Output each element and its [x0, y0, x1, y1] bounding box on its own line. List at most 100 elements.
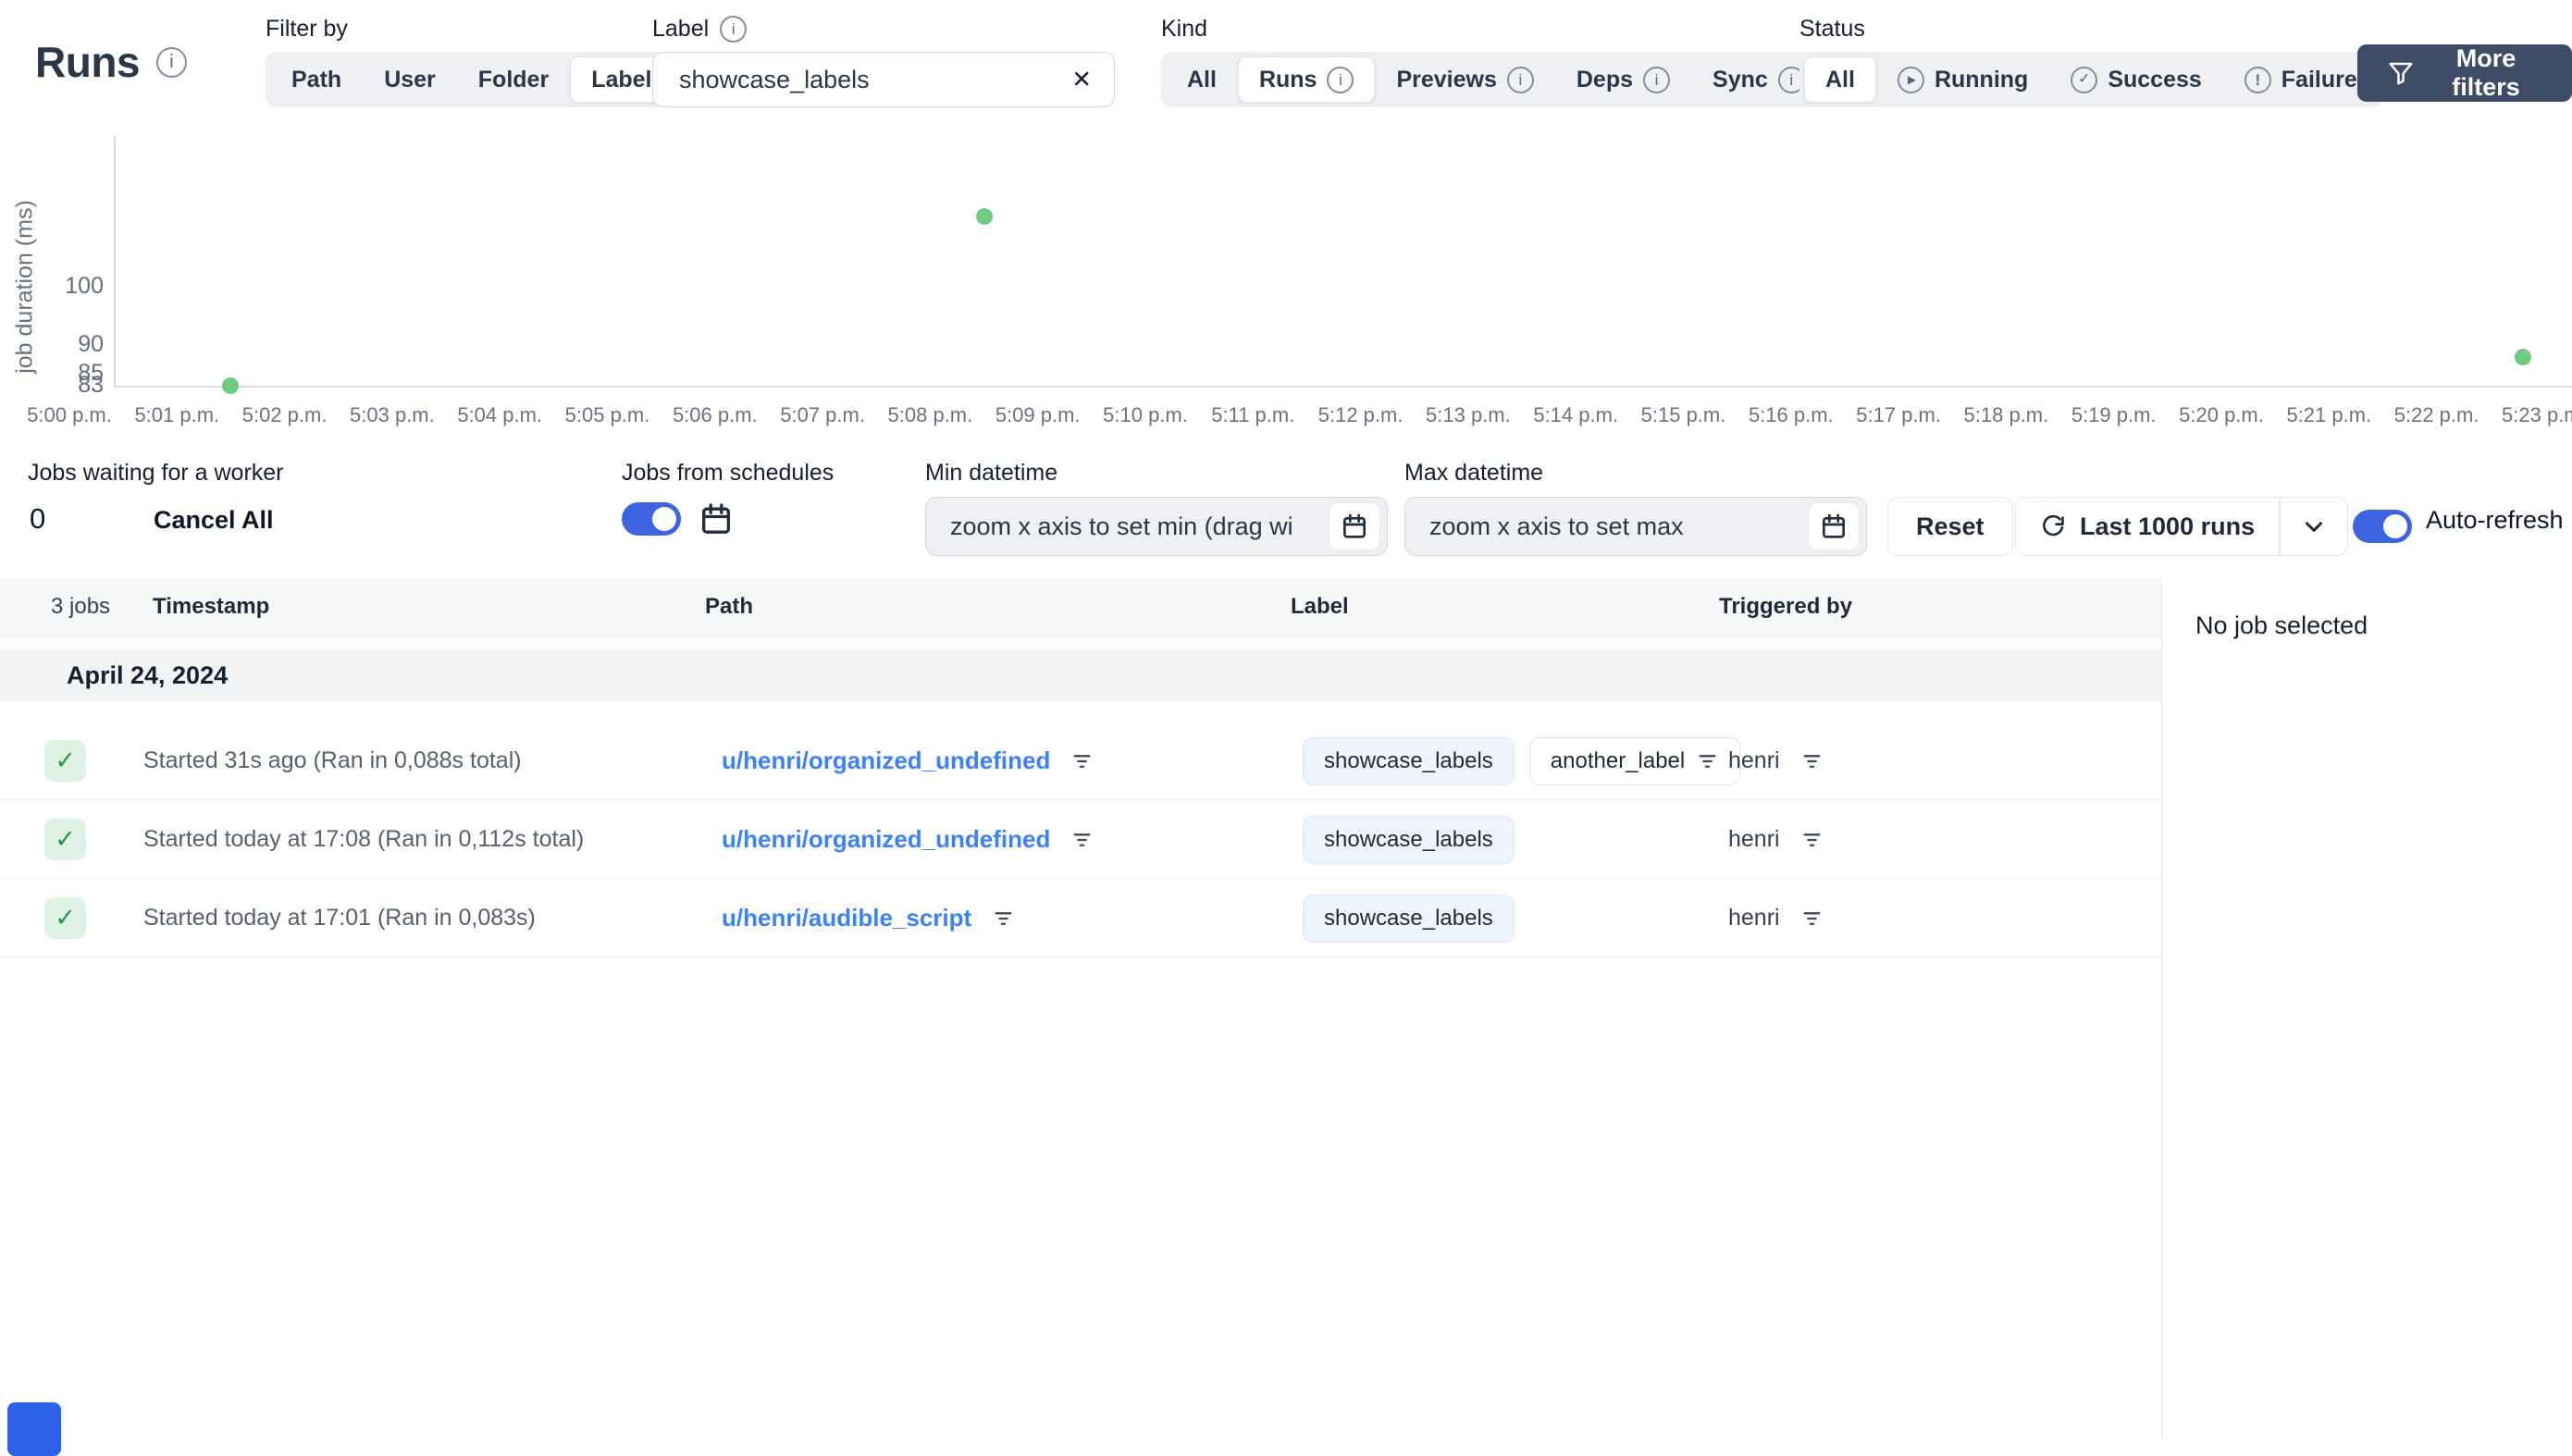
job-path-cell: u/henri/organized_undefined [722, 800, 1094, 879]
job-label-badge[interactable]: showcase_labels [1303, 815, 1515, 864]
filter-by-option-label: Label [591, 66, 652, 93]
schedules-calendar-icon[interactable] [698, 500, 735, 537]
status-option-all[interactable]: All [1804, 56, 1876, 103]
min-datetime-calendar-icon[interactable] [1329, 502, 1380, 550]
scatter-point[interactable] [222, 377, 240, 394]
column-header-path: Path [705, 594, 754, 619]
status-label: Status [1799, 15, 1865, 42]
check-icon: ✓ [55, 825, 76, 853]
y-axis-tick: 100 [65, 272, 104, 299]
info-icon[interactable]: i [1506, 66, 1534, 93]
kind-option-deps[interactable]: Deps i [1555, 56, 1691, 103]
kind-option-runs[interactable]: Runs i [1237, 56, 1376, 103]
success-status-badge: ✓ [44, 740, 86, 782]
triggered-by-cell: henri [1728, 800, 1824, 879]
job-label-text: showcase_labels [1324, 747, 1493, 773]
chat-widget-button[interactable] [7, 1402, 61, 1456]
filter-by-path-icon[interactable] [1070, 828, 1094, 851]
filter-by-user-icon[interactable] [1800, 828, 1824, 851]
filter-by-option-label: Folder [477, 66, 550, 93]
kind-option-label: All [1187, 66, 1217, 93]
status-option-label: Running [1934, 66, 2029, 93]
max-datetime-placeholder: zoom x axis to set max [1429, 512, 1684, 540]
play-icon: ▶ [1897, 66, 1924, 93]
auto-refresh-toggle[interactable] [2353, 510, 2412, 543]
table-row[interactable]: ✓ Started today at 17:01 (Ran in 0,083s) u… [0, 879, 2161, 957]
max-datetime-calendar-icon[interactable] [1808, 502, 1860, 550]
x-axis-tick: 5:22 p.m. [2393, 403, 2479, 426]
table-row[interactable]: ✓ Started 31s ago (Ran in 0,088s total) u/… [0, 722, 2161, 800]
no-job-selected-text: No job selected [2195, 611, 2368, 639]
runs-limit-button[interactable]: Last 1000 runs [2016, 498, 2279, 555]
job-path-link[interactable]: u/henri/audible_script [722, 904, 971, 932]
runs-table: 3 jobs Timestamp Path Label Triggered by… [0, 578, 2161, 1439]
kind-option-label: Deps [1576, 66, 1634, 93]
jobs-waiting-count: 0 [30, 502, 46, 535]
more-filters-label: More filters [2452, 44, 2520, 101]
status-option-failure[interactable]: ! Failure [2223, 56, 2379, 103]
min-datetime-input[interactable]: zoom x axis to set min (drag wi [925, 497, 1388, 556]
triggered-by-user: henri [1728, 826, 1780, 852]
x-axis-tick: 5:15 p.m. [1640, 403, 1726, 426]
min-datetime-placeholder: zoom x axis to set min (drag wi [950, 512, 1293, 540]
label-filter-input[interactable]: showcase_labels ✕ [652, 52, 1115, 107]
x-axis-tick: 5:12 p.m. [1317, 403, 1403, 426]
info-icon[interactable]: i [1327, 66, 1354, 93]
filter-by-label-icon[interactable] [1696, 749, 1719, 772]
filter-by-option-user[interactable]: User [363, 56, 457, 103]
job-labels-cell: showcase_labels [1303, 879, 1515, 957]
label-info-icon[interactable]: i [720, 15, 748, 43]
x-axis-tick: 5:09 p.m. [995, 403, 1081, 426]
runs-info-icon[interactable]: i [156, 46, 187, 78]
x-axis-tick: 5:20 p.m. [2179, 403, 2264, 426]
more-filters-button[interactable]: More filters [2357, 44, 2572, 102]
table-row[interactable]: ✓ Started today at 17:08 (Ran in 0,112s t… [0, 800, 2161, 879]
job-label-text: another_label [1550, 747, 1686, 773]
job-path-link[interactable]: u/henri/organized_undefined [722, 825, 1050, 854]
triggered-by-cell: henri [1728, 722, 1824, 800]
table-header-row: 3 jobs Timestamp Path Label Triggered by [0, 578, 2161, 637]
job-path-link[interactable]: u/henri/organized_undefined [722, 747, 1050, 775]
x-axis-tick: 5:02 p.m. [241, 403, 328, 426]
cancel-all-button[interactable]: Cancel All [154, 506, 274, 535]
label-filter-label: Label [652, 15, 710, 42]
scatter-point[interactable] [975, 208, 993, 226]
job-label-badge[interactable]: another_label [1528, 736, 1741, 785]
jobs-count: 3 jobs [51, 594, 111, 619]
reset-button[interactable]: Reset [1887, 497, 2013, 556]
filter-by-path-icon[interactable] [992, 907, 1015, 930]
job-label-badge[interactable]: showcase_labels [1303, 736, 1515, 785]
clear-label-filter-icon[interactable]: ✕ [1071, 66, 1092, 94]
scatter-point[interactable] [2514, 348, 2531, 365]
filter-by-option-folder[interactable]: Folder [457, 56, 570, 103]
runs-limit-label: Last 1000 runs [2080, 512, 2256, 540]
funnel-icon [2387, 59, 2415, 87]
chart-y-axis-line [114, 136, 116, 388]
filter-by-label: Filter by [266, 15, 348, 42]
jobs-from-schedules-toggle[interactable] [622, 502, 681, 536]
job-label-text: showcase_labels [1324, 905, 1493, 931]
filter-by-option-path[interactable]: Path [270, 56, 363, 103]
runs-limit-caret[interactable] [2281, 498, 2347, 555]
filter-by-user-icon[interactable] [1800, 907, 1824, 930]
duration-scatter-chart[interactable]: job duration (ms) 100 90 85 83 5:00 p.m. 5:01… [0, 130, 2572, 449]
label-filter-group: Label i showcase_labels ✕ [652, 13, 1115, 107]
max-datetime-input[interactable]: zoom x axis to set max [1404, 497, 1867, 556]
x-axis-tick: 5:08 p.m. [887, 403, 973, 426]
kind-option-all[interactable]: All [1166, 56, 1238, 103]
info-icon[interactable]: i [1643, 66, 1671, 93]
x-axis-tick: 5:14 p.m. [1533, 403, 1619, 426]
status-option-running[interactable]: ▶ Running [1876, 56, 2049, 103]
filter-by-user-icon[interactable] [1800, 749, 1824, 772]
kind-option-label: Runs [1258, 66, 1317, 93]
filter-by-path-icon[interactable] [1070, 749, 1094, 772]
x-axis-tick: 5:18 p.m. [1963, 403, 2049, 426]
kind-option-previews[interactable]: Previews i [1375, 56, 1554, 103]
job-timestamp: Started today at 17:08 (Ran in 0,112s to… [143, 826, 585, 852]
job-label-badge[interactable]: showcase_labels [1303, 894, 1515, 943]
y-axis-tick: 90 [78, 330, 104, 357]
alert-icon: ! [2244, 66, 2271, 93]
status-option-success[interactable]: ✓ Success [2049, 56, 2222, 103]
x-axis-tick: 5:13 p.m. [1426, 403, 1511, 426]
x-axis-tick: 5:21 p.m. [2286, 403, 2372, 426]
